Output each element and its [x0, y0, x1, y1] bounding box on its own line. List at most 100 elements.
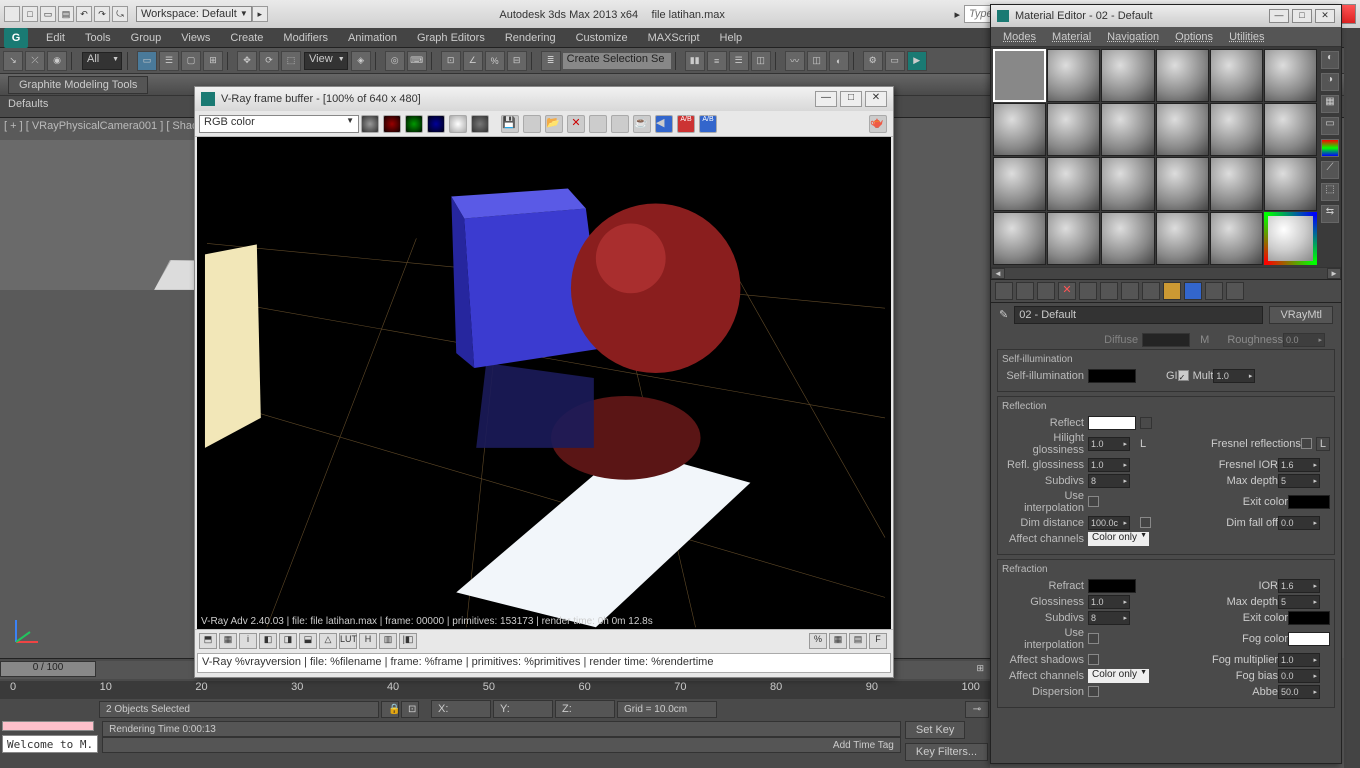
vfb-clear-icon[interactable]: ✕ — [567, 115, 585, 133]
menu-animation[interactable]: Animation — [338, 30, 407, 46]
select-region-icon[interactable]: ▢ — [181, 51, 201, 71]
select-by-mat-icon[interactable]: ⬚ — [1321, 183, 1339, 201]
rotate-icon[interactable]: ⟳ — [259, 51, 279, 71]
put-lib-icon[interactable] — [1100, 282, 1118, 300]
vfb-compare-b-icon[interactable]: A/B — [699, 115, 717, 133]
unlink-icon[interactable]: ⤫ — [25, 51, 45, 71]
refr-maxdepth-spinner[interactable]: 5 — [1278, 595, 1320, 609]
menu-graph-editors[interactable]: Graph Editors — [407, 30, 495, 46]
vfb-b9[interactable]: ▥ — [379, 633, 397, 649]
refr-affect-dropdown[interactable]: Color only — [1088, 669, 1149, 683]
vfb-compare-a-icon[interactable]: A/B — [677, 115, 695, 133]
named-selection-input[interactable]: Create Selection Se — [562, 52, 672, 70]
slot-scrollbar[interactable]: ◄ ► — [991, 267, 1341, 279]
move-icon[interactable]: ✥ — [237, 51, 257, 71]
refl-affect-dropdown[interactable]: Color only — [1088, 532, 1149, 546]
scroll-right-icon[interactable]: ► — [1327, 268, 1341, 279]
vfb-b0[interactable]: ⬒ — [199, 633, 217, 649]
vfb-red-icon[interactable] — [383, 115, 401, 133]
vfb-b2[interactable]: i — [239, 633, 257, 649]
scroll-left-icon[interactable]: ◄ — [991, 268, 1005, 279]
menu-edit[interactable]: Edit — [36, 30, 75, 46]
vfb-teapot-icon[interactable]: ☕ — [633, 115, 651, 133]
spinner-snap-icon[interactable]: ⊟ — [507, 51, 527, 71]
affect-shadows-checkbox[interactable] — [1088, 654, 1099, 665]
reflect-map-button[interactable] — [1140, 417, 1152, 429]
refr-subdivs-spinner[interactable]: 8 — [1088, 611, 1130, 625]
material-slot-14[interactable] — [1047, 157, 1100, 210]
backlight-icon[interactable]: ◑ — [1321, 73, 1339, 91]
coord-z[interactable]: Z: — [555, 700, 615, 718]
show-end-icon[interactable] — [1163, 282, 1181, 300]
material-type-button[interactable]: VRayMtl — [1269, 306, 1333, 324]
material-slot-16[interactable] — [1156, 157, 1209, 210]
mat-map-nav-icon[interactable]: ⇆ — [1321, 205, 1339, 223]
medit-menu-material[interactable]: Material — [1044, 29, 1099, 45]
refr-exit-swatch[interactable] — [1288, 611, 1330, 625]
material-slot-15[interactable] — [1101, 157, 1154, 210]
qat-new-icon[interactable]: □ — [22, 6, 38, 22]
menu-customize[interactable]: Customize — [566, 30, 638, 46]
select-icon[interactable]: ▭ — [137, 51, 157, 71]
filter-dropdown[interactable]: All — [82, 52, 122, 70]
material-slot-13[interactable] — [993, 157, 1046, 210]
vfb-minimize-button[interactable]: — — [815, 91, 837, 107]
snap-icon[interactable]: ⊡ — [441, 51, 461, 71]
options-icon[interactable]: ⟋ — [1321, 161, 1339, 179]
vfb-region-icon[interactable]: ⬚ — [611, 115, 629, 133]
medit-close-button[interactable]: ✕ — [1315, 9, 1335, 23]
fog-color-swatch[interactable] — [1288, 632, 1330, 646]
sample-type-icon[interactable]: ◐ — [1321, 51, 1339, 69]
material-slot-24[interactable] — [1264, 212, 1317, 265]
reflgloss-spinner[interactable]: 1.0 — [1088, 458, 1130, 472]
timeline-expand-icon[interactable]: ⊞ — [976, 663, 984, 674]
time-ruler[interactable]: 0102030405060708090100 — [0, 681, 990, 699]
vfb-percent-icon[interactable]: % — [809, 633, 827, 649]
vfb-alpha-icon[interactable] — [449, 115, 467, 133]
diffuse-swatch[interactable] — [1142, 333, 1190, 347]
curve-editor-icon[interactable]: 〰 — [785, 51, 805, 71]
put-material-icon[interactable] — [1016, 282, 1034, 300]
mult-spinner[interactable]: 1.0 — [1213, 369, 1255, 383]
refract-swatch[interactable] — [1088, 579, 1136, 593]
dim-dist-spinner[interactable]: 100.0c — [1088, 516, 1130, 530]
medit-maximize-button[interactable]: □ — [1292, 9, 1312, 23]
refr-ior-spinner[interactable]: 1.6 — [1278, 579, 1320, 593]
align-icon[interactable]: ≡ — [707, 51, 727, 71]
render-icon[interactable]: ▶ — [907, 51, 927, 71]
viewport-label[interactable]: [ + ] [ VRayPhysicalCamera001 ] [ Shad — [4, 120, 198, 132]
vfb-b5[interactable]: ⬓ — [299, 633, 317, 649]
render-frame-icon[interactable]: ▭ — [885, 51, 905, 71]
keyboard-icon[interactable]: ⌨ — [407, 51, 427, 71]
iso-icon[interactable]: ⊡ — [401, 701, 419, 718]
qat-save-icon[interactable]: ▤ — [58, 6, 74, 22]
material-slot-4[interactable] — [1156, 49, 1209, 102]
edit-selset-icon[interactable]: ≣ — [541, 51, 561, 71]
refr-interp-checkbox[interactable] — [1088, 633, 1099, 644]
vfb-render-view[interactable]: V-Ray Adv 2.40.03 | file: file latihan.m… — [197, 137, 891, 629]
material-slot-23[interactable] — [1210, 212, 1263, 265]
refl-exit-swatch[interactable] — [1288, 495, 1330, 509]
menu-tools[interactable]: Tools — [75, 30, 121, 46]
coord-x[interactable]: X: — [431, 700, 491, 718]
select-link-icon[interactable]: ↘ — [3, 51, 23, 71]
vfb-open-icon[interactable]: 📂 — [545, 115, 563, 133]
video-color-icon[interactable] — [1321, 139, 1339, 157]
material-slot-11[interactable] — [1210, 103, 1263, 156]
roughness-spinner[interactable]: 0.0 — [1283, 333, 1325, 347]
material-slot-3[interactable] — [1101, 49, 1154, 102]
background-icon[interactable]: ▦ — [1321, 95, 1339, 113]
selfillum-swatch[interactable] — [1088, 369, 1136, 383]
material-slot-21[interactable] — [1101, 212, 1154, 265]
angle-snap-icon[interactable]: ∠ — [463, 51, 483, 71]
material-slot-6[interactable] — [1264, 49, 1317, 102]
material-slot-5[interactable] — [1210, 49, 1263, 102]
window-cross-icon[interactable]: ⊞ — [203, 51, 223, 71]
vfb-b1[interactable]: ▦ — [219, 633, 237, 649]
get-material-icon[interactable] — [995, 282, 1013, 300]
render-setup-icon[interactable]: ⚙ — [863, 51, 883, 71]
medit-menu-modes[interactable]: Modes — [995, 29, 1044, 45]
vfb-b3[interactable]: ◧ — [259, 633, 277, 649]
refr-gloss-spinner[interactable]: 1.0 — [1088, 595, 1130, 609]
material-name-dropdown[interactable]: 02 - Default — [1014, 306, 1263, 324]
